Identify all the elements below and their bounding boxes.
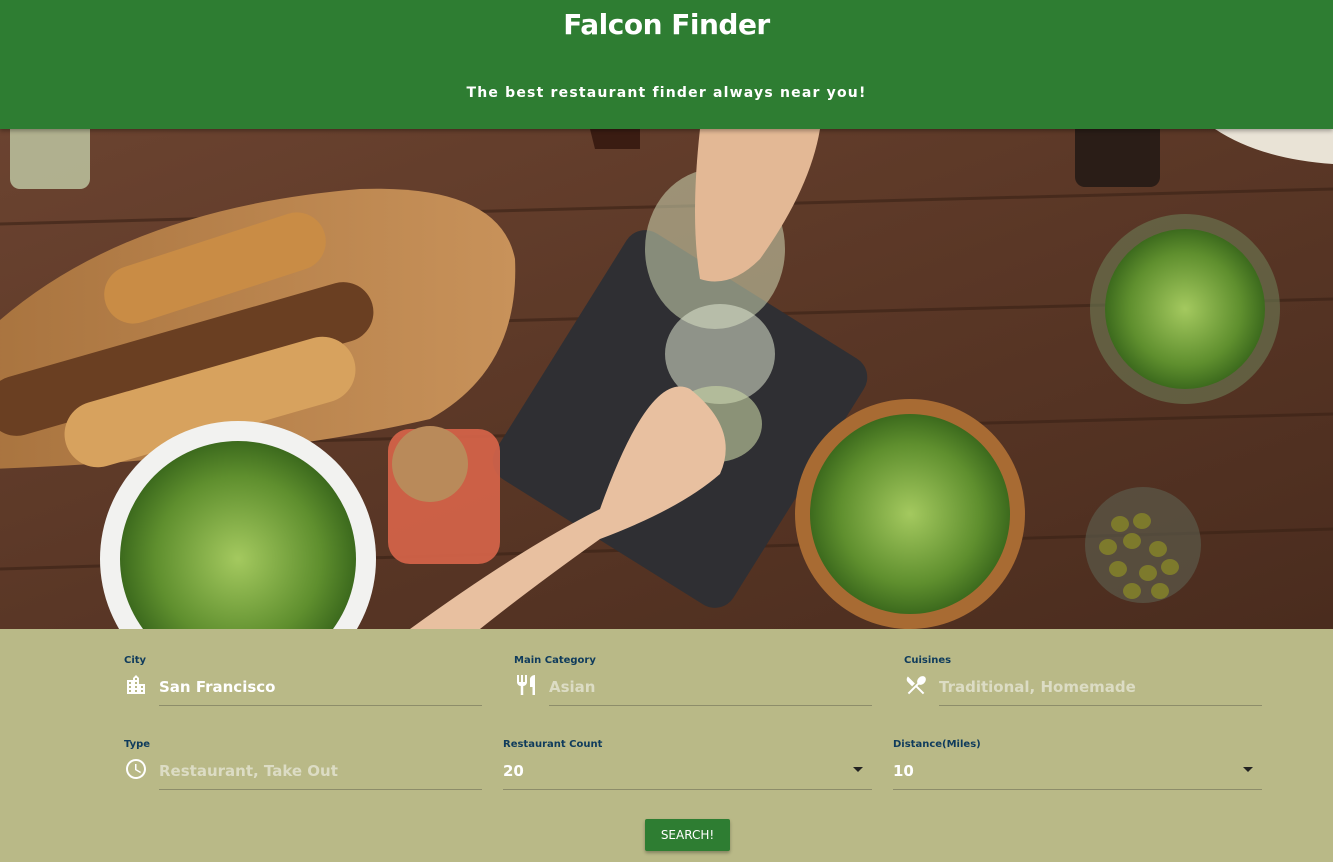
chevron-down-icon[interactable]: [1243, 767, 1253, 772]
utensils-cross-icon: [904, 673, 928, 697]
main-category-input[interactable]: Asian: [549, 678, 595, 696]
distance-underline: [893, 789, 1262, 790]
main-category-field: Main Category Asian: [514, 655, 872, 715]
app-subtitle: The best restaurant finder always near y…: [466, 85, 867, 101]
cuisines-field: Cuisines Traditional, Homemade: [904, 655, 1262, 715]
city-icon: [124, 673, 148, 697]
search-form: City San Francisco Main Category Asian C…: [0, 629, 1333, 862]
city-field: City San Francisco: [124, 655, 482, 715]
search-button[interactable]: SEARCH!: [645, 819, 730, 851]
cuisines-input[interactable]: Traditional, Homemade: [939, 678, 1136, 696]
chevron-down-icon[interactable]: [853, 767, 863, 772]
fork-knife-icon: [514, 673, 538, 697]
restaurant-count-field[interactable]: Restaurant Count 20: [503, 739, 872, 799]
app-title: Falcon Finder: [563, 8, 770, 41]
app-header: Falcon Finder The best restaurant finder…: [0, 0, 1333, 129]
cuisines-label: Cuisines: [904, 655, 952, 666]
type-underline: [159, 789, 482, 790]
city-input[interactable]: San Francisco: [159, 678, 275, 696]
restaurant-count-select[interactable]: 20: [503, 762, 524, 780]
main-category-label: Main Category: [514, 655, 596, 666]
cuisines-underline: [939, 705, 1262, 706]
type-input[interactable]: Restaurant, Take Out: [159, 762, 338, 780]
city-underline: [159, 705, 482, 706]
hero-image: [0, 129, 1333, 629]
main-category-underline: [549, 705, 872, 706]
restaurant-count-underline: [503, 789, 872, 790]
clock-icon: [124, 757, 148, 781]
distance-select[interactable]: 10: [893, 762, 914, 780]
type-field: Type Restaurant, Take Out: [124, 739, 482, 799]
distance-label: Distance(Miles): [893, 739, 981, 750]
restaurant-count-label: Restaurant Count: [503, 739, 603, 750]
type-label: Type: [124, 739, 151, 750]
distance-field[interactable]: Distance(Miles) 10: [893, 739, 1262, 799]
city-label: City: [124, 655, 147, 666]
